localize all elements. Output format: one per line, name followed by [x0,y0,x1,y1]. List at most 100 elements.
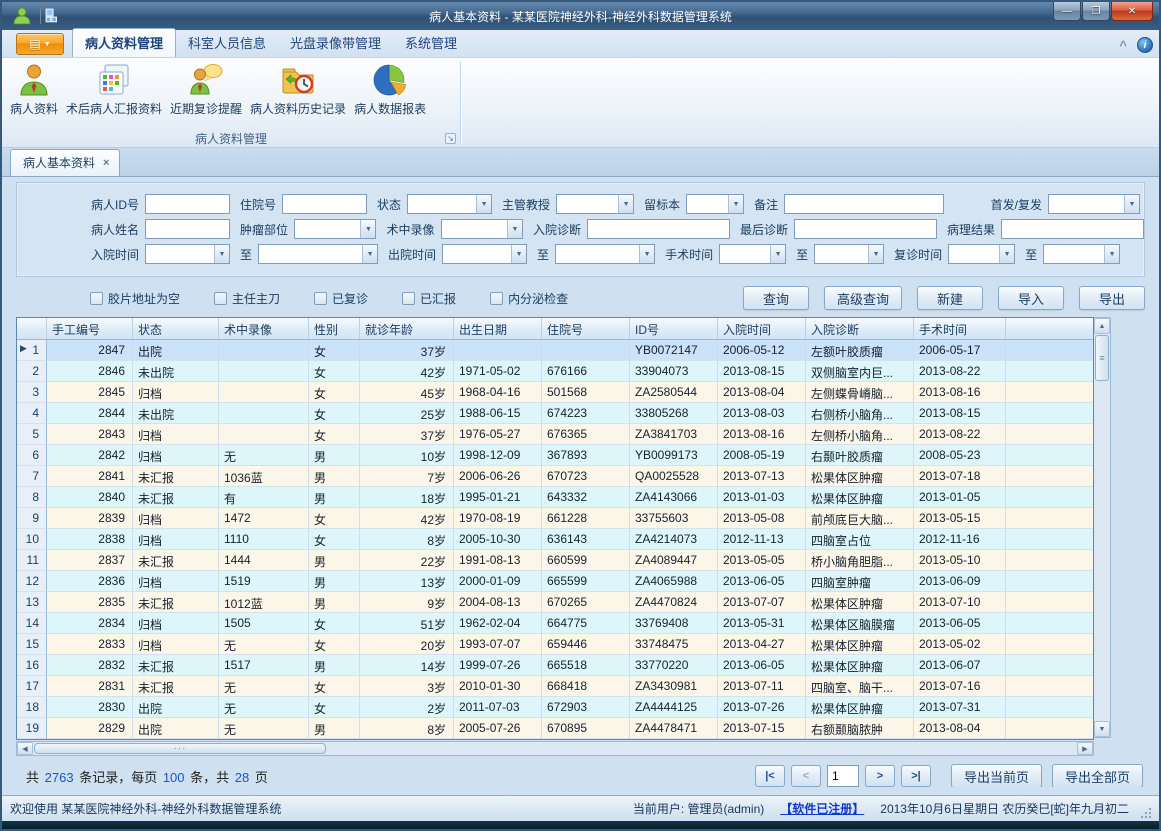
new-button[interactable]: 新建 [917,286,983,310]
checkbox-reported[interactable]: 已汇报 [402,290,456,307]
specimen-select[interactable]: ▼ [686,194,744,214]
dropdown-arrow-icon[interactable]: ▼ [360,220,375,238]
postop-report-button[interactable]: 术后病人汇报资料 [62,61,166,118]
dropdown-arrow-icon[interactable]: ▼ [511,245,526,263]
export-button[interactable]: 导出 [1079,286,1145,310]
horizontal-scrollbar[interactable]: ◀ ··· ▶ [16,741,1094,756]
table-row[interactable]: 92839归档1472女42岁1970-08-19661228337556032… [17,508,1093,529]
column-header[interactable]: 状态 [133,318,219,339]
app-menu-button[interactable]: ▤ ▼ [16,33,64,55]
query-button[interactable]: 查询 [743,286,809,310]
scroll-right-icon[interactable]: ▶ [1077,742,1093,755]
status-select[interactable]: ▼ [407,194,492,214]
dropdown-arrow-icon[interactable]: ▼ [999,245,1014,263]
column-header[interactable]: 手术时间 [914,318,1006,339]
dropdown-arrow-icon[interactable]: ▼ [639,245,654,263]
vertical-scrollbar[interactable]: ▲ ≡ ▼ [1094,317,1111,738]
checkbox-revisited[interactable]: 已复诊 [314,290,368,307]
tab-patient-basic-info[interactable]: 病人基本资料 × [10,149,120,176]
minimize-button[interactable]: — [1053,2,1081,21]
table-row[interactable]: 172831未汇报无女3岁2010-01-30668418ZA343098120… [17,676,1093,697]
table-row[interactable]: 72841未汇报1036蓝男7岁2006-06-26670723QA002552… [17,466,1093,487]
horizontal-scroll-track[interactable] [327,742,1077,755]
final-diag-input[interactable] [794,219,937,239]
professor-select[interactable]: ▼ [556,194,634,214]
table-row[interactable]: 182830出院无女2岁2011-07-03672903ZA4444125201… [17,697,1093,718]
prev-page-button[interactable]: < [791,765,821,787]
dropdown-arrow-icon[interactable]: ▼ [362,245,377,263]
pathology-input[interactable] [1001,219,1144,239]
quick-access-toolbar-icon[interactable] [45,8,61,24]
dropdown-arrow-icon[interactable]: ▼ [476,195,491,213]
table-row[interactable]: 102838归档1110女8岁2005-10-30636143ZA4214073… [17,529,1093,550]
surgery-time-from-select[interactable]: ▼ [719,244,786,264]
next-page-button[interactable]: > [865,765,895,787]
table-row[interactable]: 162832未汇报1517男14岁1999-07-266655183377022… [17,655,1093,676]
tab-close-icon[interactable]: × [103,157,109,169]
last-page-button[interactable]: >| [901,765,931,787]
export-all-pages-button[interactable]: 导出全部页 [1052,764,1143,787]
tumor-site-select[interactable]: ▼ [294,219,376,239]
table-row[interactable]: 42844未出院女25岁1988-06-15674223338052682013… [17,403,1093,424]
first-recur-select[interactable]: ▼ [1048,194,1140,214]
table-row[interactable]: 152833归档无女20岁1993-07-0765944633748475201… [17,634,1093,655]
dialog-launcher-icon[interactable]: ↘ [445,133,456,144]
dropdown-arrow-icon[interactable]: ▼ [770,245,785,263]
table-row[interactable]: 32845归档女45岁1968-04-16501568ZA25805442013… [17,382,1093,403]
surgery-time-to-select[interactable]: ▼ [814,244,884,264]
revisit-reminder-button[interactable]: 近期复诊提醒 [166,61,246,118]
followup-time-to-select[interactable]: ▼ [1043,244,1120,264]
discharge-time-to-select[interactable]: ▼ [555,244,655,264]
column-header[interactable]: 性别 [309,318,360,339]
admit-time-from-select[interactable]: ▼ [145,244,230,264]
followup-time-from-select[interactable]: ▼ [948,244,1015,264]
remark-input[interactable] [784,194,944,214]
close-button[interactable]: ✕ [1111,2,1153,21]
dropdown-arrow-icon[interactable]: ▼ [618,195,633,213]
dropdown-arrow-icon[interactable]: ▼ [868,245,883,263]
checkbox-endocrine-exam[interactable]: 内分泌检查 [490,290,568,307]
ribbon-tab-system[interactable]: 系统管理 [393,29,469,57]
resize-grip[interactable] [1149,808,1151,810]
table-row[interactable]: 132835未汇报1012蓝男9岁2004-08-13670265ZA44708… [17,592,1093,613]
export-current-page-button[interactable]: 导出当前页 [951,764,1042,787]
ribbon-tab-patient-data[interactable]: 病人资料管理 [72,28,176,57]
column-header[interactable]: 手工编号 [47,318,133,339]
scroll-left-icon[interactable]: ◀ [17,742,33,755]
dropdown-arrow-icon[interactable]: ▼ [507,220,522,238]
admission-no-input[interactable] [282,194,367,214]
import-button[interactable]: 导入 [998,286,1064,310]
admit-diag-input[interactable] [587,219,730,239]
admit-time-to-select[interactable]: ▼ [258,244,378,264]
data-report-button[interactable]: 病人数据报表 [350,61,430,118]
ribbon-tab-staff-info[interactable]: 科室人员信息 [176,29,278,57]
patient-data-button[interactable]: 病人资料 [6,61,62,118]
dropdown-arrow-icon[interactable]: ▼ [728,195,743,213]
column-header[interactable]: 出生日期 [454,318,542,339]
horizontal-scroll-thumb[interactable]: ··· [34,743,326,754]
scroll-down-icon[interactable]: ▼ [1094,721,1110,737]
column-header[interactable]: 术中录像 [219,318,309,339]
software-registered-link[interactable]: 【软件已注册】 [780,800,864,817]
checkbox-chief-surgeon[interactable]: 主任主刀 [214,290,280,307]
maximize-button[interactable]: ❐ [1082,2,1110,21]
history-record-button[interactable]: 病人资料历史记录 [246,61,350,118]
dropdown-arrow-icon[interactable]: ▼ [214,245,229,263]
column-header[interactable]: ID号 [630,318,718,339]
vertical-scroll-track[interactable] [1094,382,1110,721]
column-header[interactable]: 入院诊断 [806,318,914,339]
table-row[interactable]: 192829出院无男8岁2005-07-26670895ZA4478471201… [17,718,1093,739]
table-row[interactable]: 82840未汇报有男18岁1995-01-21643332ZA414306620… [17,487,1093,508]
intraop-video-select[interactable]: ▼ [441,219,523,239]
table-row[interactable]: 52843归档女37岁1976-05-27676365ZA38417032013… [17,424,1093,445]
dropdown-arrow-icon[interactable]: ▼ [1104,245,1119,263]
page-number-input[interactable] [827,765,859,787]
table-row[interactable]: 142834归档1505女51岁1962-02-0466477533769408… [17,613,1093,634]
patient-id-input[interactable] [145,194,230,214]
table-row[interactable]: 122836归档1519男13岁2000-01-09665599ZA406598… [17,571,1093,592]
column-header[interactable]: 住院号 [542,318,630,339]
info-icon[interactable]: i [1137,37,1153,53]
ribbon-collapse-icon[interactable]: ^ [1119,38,1127,53]
advanced-query-button[interactable]: 高级查询 [824,286,902,310]
table-row[interactable]: 22846未出院女42岁1971-05-02676166339040732013… [17,361,1093,382]
